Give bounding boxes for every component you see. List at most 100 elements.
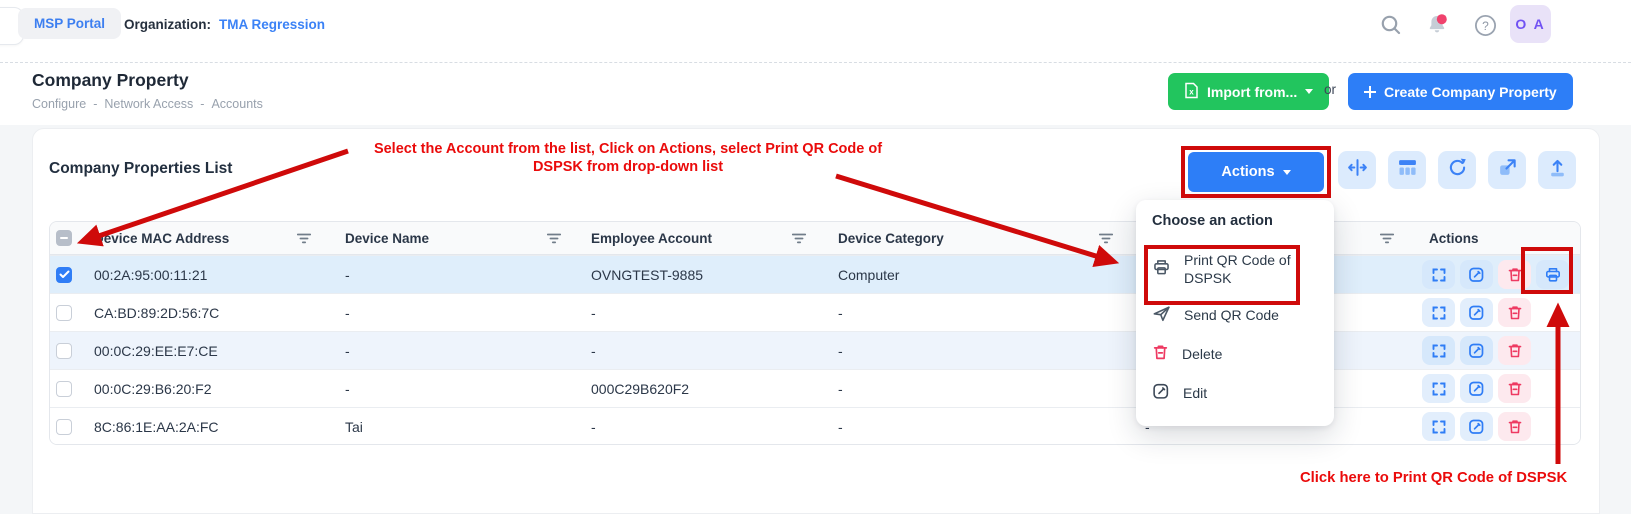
cell-name: Tai [339, 419, 585, 435]
edit-row-icon[interactable] [1460, 412, 1493, 441]
row-checkbox[interactable] [56, 305, 72, 321]
msp-portal-label: MSP Portal [34, 16, 105, 31]
edit-icon [1152, 382, 1170, 403]
row-checkbox[interactable] [56, 381, 72, 397]
cell-account: - [585, 343, 832, 359]
cell-name: - [339, 381, 585, 397]
cell-category: Computer [832, 267, 1125, 283]
breadcrumb-separator: - [200, 97, 204, 111]
filter-icon[interactable] [1380, 233, 1394, 244]
table-row[interactable]: 00:2A:95:00:11:21 - OVNGTEST-9885 Comput… [50, 255, 1580, 293]
upload-arrow-icon [1547, 157, 1568, 183]
refresh-button[interactable] [1438, 151, 1476, 189]
annotation-box-print-qr-item [1144, 245, 1300, 305]
header-device-name: Device Name [345, 231, 429, 246]
send-icon [1152, 304, 1171, 326]
cell-category: - [832, 419, 1125, 435]
header-device-category: Device Category [838, 231, 944, 246]
cell-name: - [339, 343, 585, 359]
row-checkbox[interactable] [56, 343, 72, 359]
trash-icon [1152, 343, 1169, 364]
row-checkbox[interactable] [56, 419, 72, 435]
select-all-checkbox[interactable] [56, 230, 72, 246]
annotation-click-here-text: Click here to Print QR Code of DSPSK [1300, 470, 1610, 486]
header-actions: Actions [1429, 231, 1479, 246]
delete-row-icon[interactable] [1498, 374, 1531, 403]
actions-dropdown-menu: Choose an action Print QR Code of DSPSK … [1136, 200, 1334, 426]
dropdown-title: Choose an action [1152, 213, 1318, 229]
breadcrumb-item-network-access[interactable]: Network Access [104, 97, 193, 111]
expand-row-icon[interactable] [1422, 374, 1455, 403]
expand-row-icon[interactable] [1422, 298, 1455, 327]
help-icon[interactable]: ? [1472, 12, 1498, 38]
annotation-instruction-text: Select the Account from the list, Click … [363, 141, 893, 176]
cell-account: - [585, 419, 832, 435]
table-row[interactable]: 00:0C:29:EE:E7:CE - - - - [50, 331, 1580, 369]
edit-row-icon[interactable] [1460, 374, 1493, 403]
delete-row-icon[interactable] [1498, 298, 1531, 327]
cell-category: - [832, 305, 1125, 321]
cell-mac: 00:2A:95:00:11:21 [88, 267, 339, 283]
expand-row-icon[interactable] [1422, 412, 1455, 441]
cell-account: OVNGTEST-9885 [585, 267, 832, 283]
edit-row-icon[interactable] [1460, 298, 1493, 327]
filter-icon[interactable] [792, 233, 806, 244]
cell-mac: CA:BD:89:2D:56:7C [88, 305, 339, 321]
annotation-box-actions-button: Actions [1181, 146, 1331, 198]
annotation-box-print-icon [1521, 247, 1573, 294]
search-icon[interactable] [1378, 12, 1404, 38]
cell-mac: 00:0C:29:EE:E7:CE [88, 343, 339, 359]
delete-row-icon[interactable] [1498, 412, 1531, 441]
breadcrumb-item-accounts[interactable]: Accounts [211, 97, 262, 111]
import-from-button[interactable]: x Import from... [1168, 73, 1329, 110]
table-row[interactable]: 00:0C:29:B6:20:F2 - 000C29B620F2 - - [50, 369, 1580, 407]
or-label: or [1324, 82, 1336, 97]
svg-text:x: x [1189, 87, 1194, 96]
page-title: Company Property [32, 70, 189, 91]
actions-dropdown-button[interactable]: Actions [1188, 152, 1324, 192]
dropdown-item-edit[interactable]: Edit [1152, 373, 1318, 412]
plus-icon [1364, 86, 1376, 98]
filter-icon[interactable] [297, 233, 311, 244]
notifications-bell-icon[interactable] [1424, 12, 1450, 38]
msp-portal-button[interactable]: MSP Portal [18, 8, 121, 39]
breadcrumb-item-configure[interactable]: Configure [32, 97, 86, 111]
organization: Organization: TMA Regression [124, 0, 325, 48]
open-in-new-button[interactable] [1488, 151, 1526, 189]
file-excel-icon: x [1184, 82, 1199, 102]
cell-account: 000C29B620F2 [585, 381, 832, 397]
row-checkbox-checked[interactable] [56, 267, 72, 283]
expand-row-icon[interactable] [1422, 336, 1455, 365]
column-resize-button[interactable] [1338, 151, 1376, 189]
organization-label: Organization: [124, 17, 211, 32]
header-device-mac: Device MAC Address [94, 231, 229, 246]
edit-row-icon[interactable] [1460, 260, 1493, 289]
columns-button[interactable] [1388, 151, 1426, 189]
dropdown-item-delete[interactable]: Delete [1152, 334, 1318, 373]
filter-icon[interactable] [1099, 233, 1113, 244]
breadcrumb: Configure - Network Access - Accounts [32, 97, 263, 111]
company-properties-card: Company Properties List Select the Accou… [32, 128, 1600, 514]
arrow-up-right-icon [1497, 157, 1518, 183]
edit-row-icon[interactable] [1460, 336, 1493, 365]
table-row[interactable]: CA:BD:89:2D:56:7C - - - - [50, 293, 1580, 331]
avatar[interactable]: O A [1510, 5, 1551, 43]
col-resize-icon [1347, 157, 1368, 183]
cell-account: - [585, 305, 832, 321]
page-header: Company Property Configure - Network Acc… [0, 62, 1631, 125]
table-header-row: Device MAC Address Device Name Employee … [50, 222, 1580, 255]
create-company-property-button[interactable]: Create Company Property [1348, 73, 1573, 110]
header-employee-account: Employee Account [591, 231, 712, 246]
caret-down-icon [1305, 89, 1313, 94]
filter-icon[interactable] [547, 233, 561, 244]
upload-button[interactable] [1538, 151, 1576, 189]
cell-name: - [339, 305, 585, 321]
expand-row-icon[interactable] [1422, 260, 1455, 289]
table-row[interactable]: 8C:86:1E:AA:2A:FC Tai - - - [50, 407, 1580, 445]
delete-row-icon[interactable] [1498, 336, 1531, 365]
list-title: Company Properties List [49, 160, 232, 178]
breadcrumb-separator: - [93, 97, 97, 111]
svg-text:?: ? [1482, 19, 1489, 33]
organization-link[interactable]: TMA Regression [219, 17, 325, 32]
cell-name: - [339, 267, 585, 283]
